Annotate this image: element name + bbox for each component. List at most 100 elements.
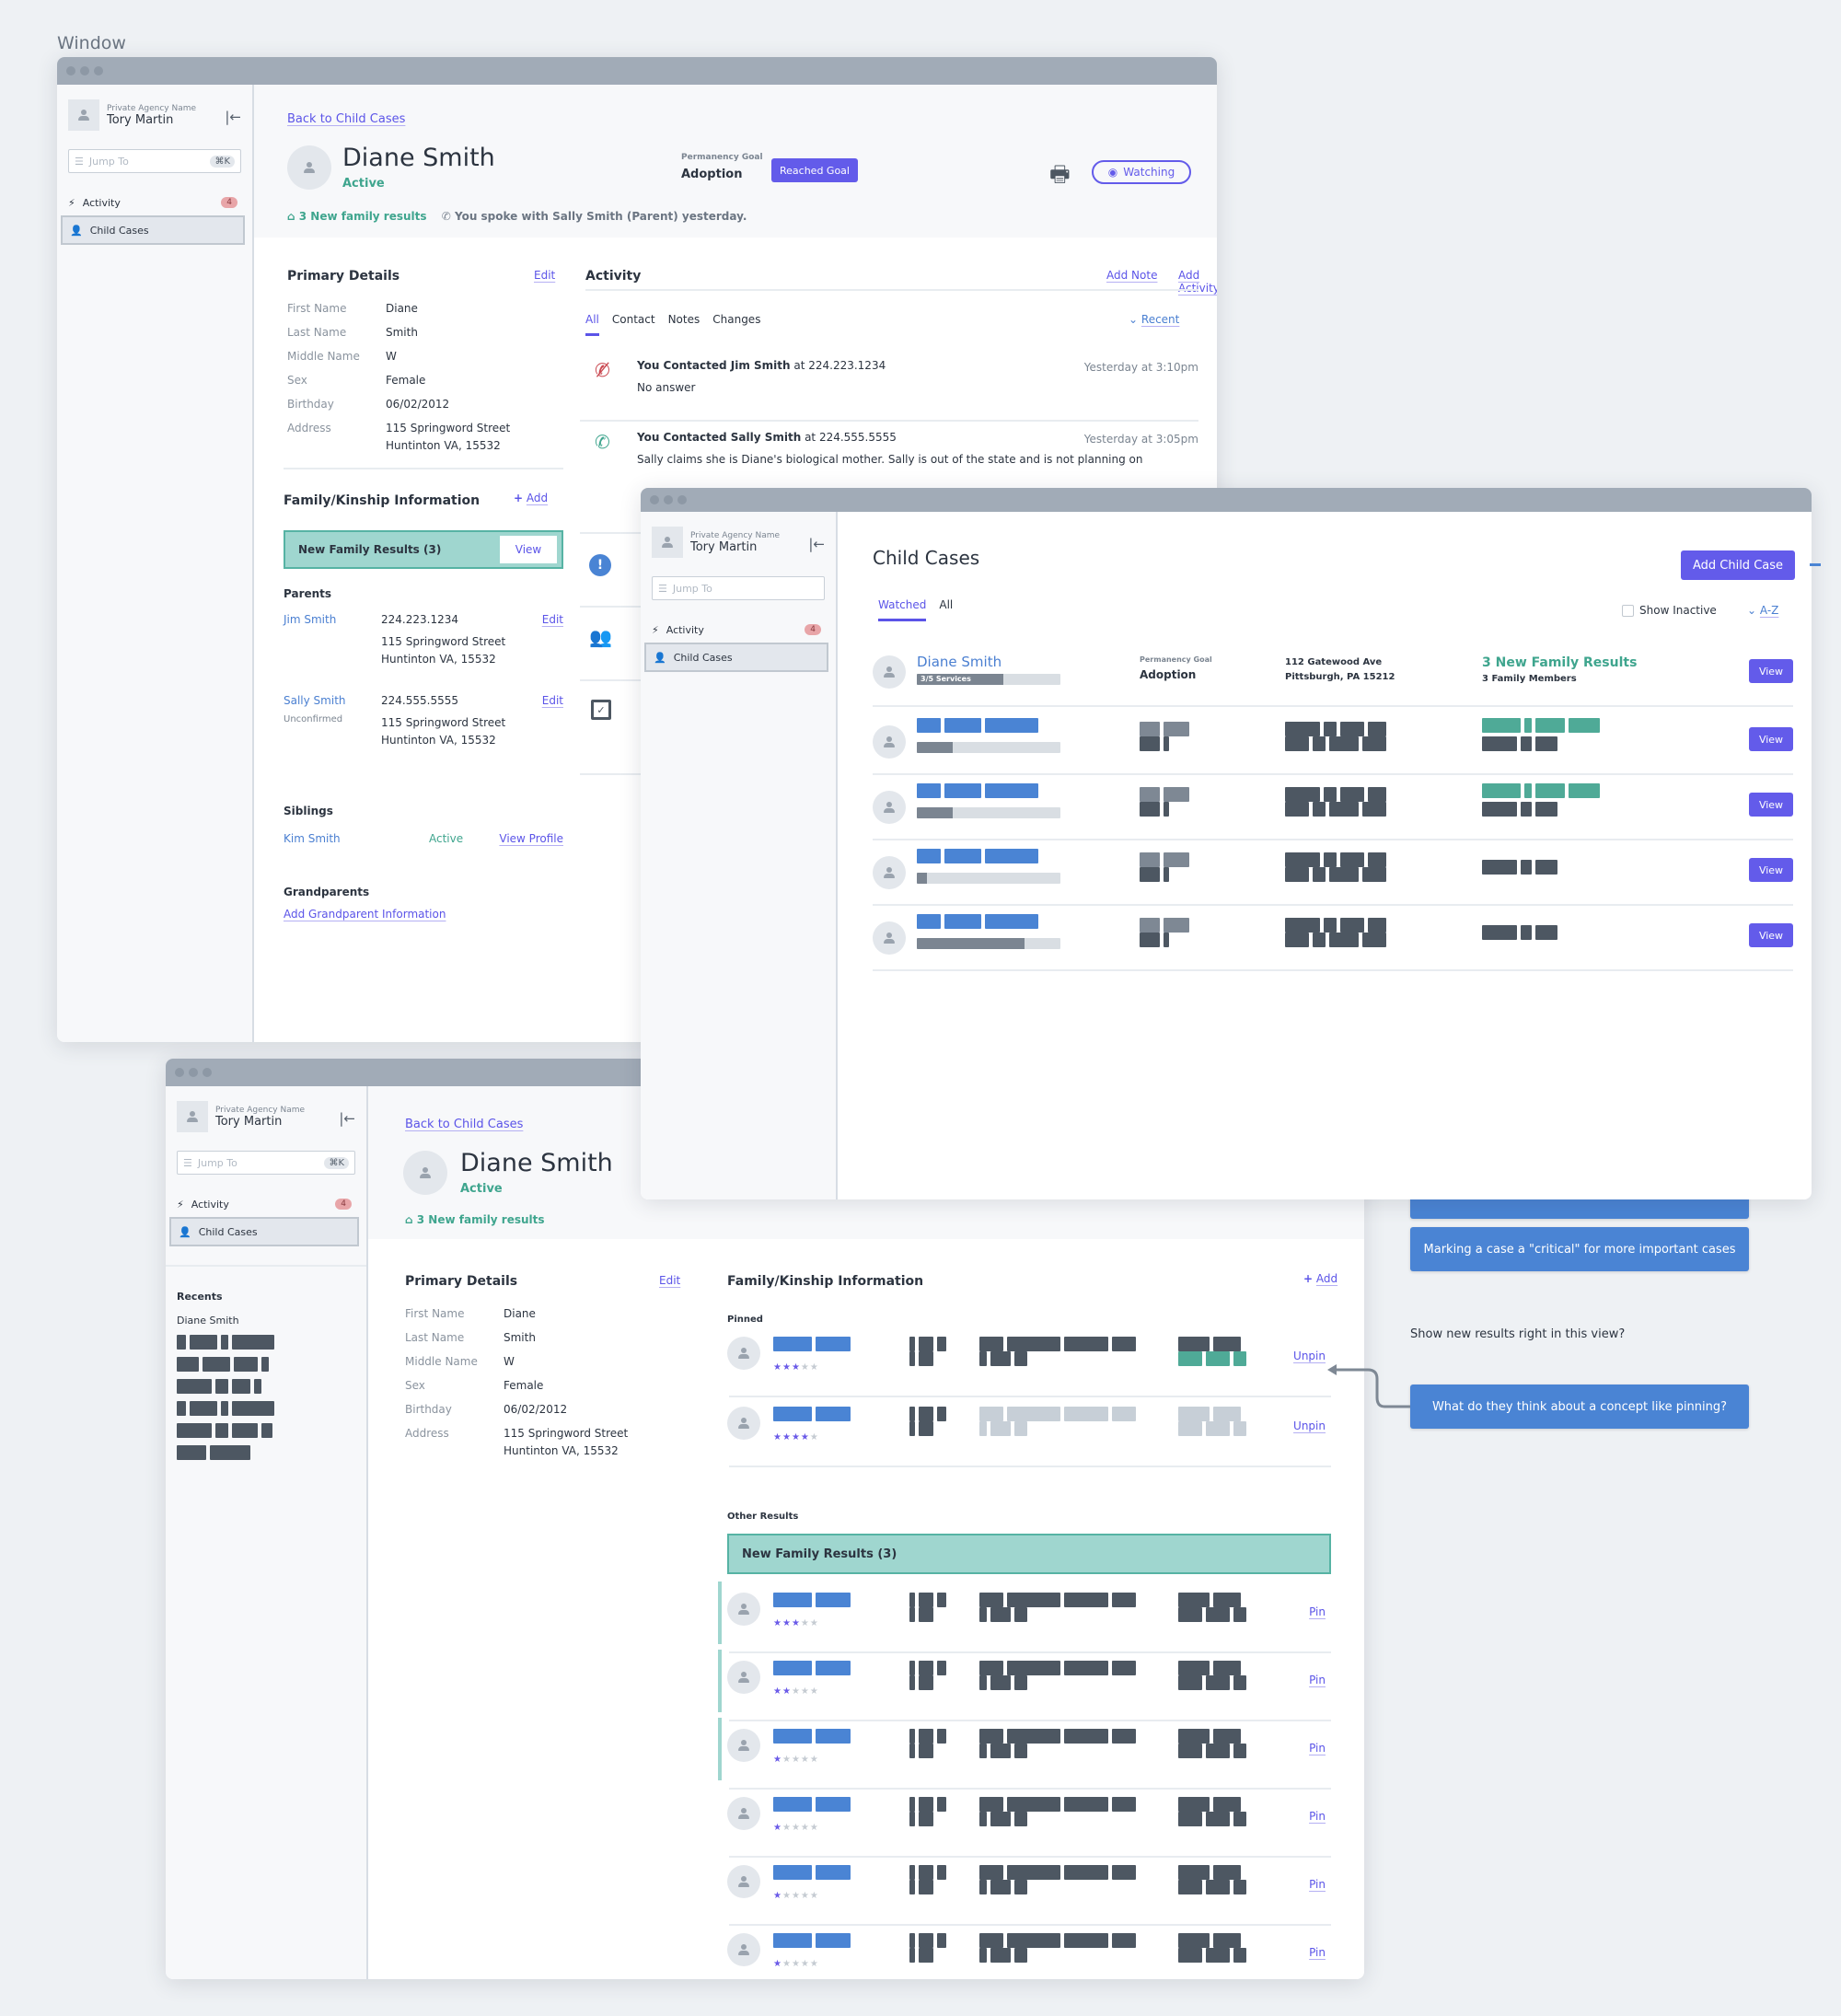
redacted-text-block	[909, 1933, 915, 1948]
family-result-row[interactable]: ★★★★★ Pin	[727, 1791, 1331, 1850]
print-icon[interactable]: 🖶	[1049, 158, 1071, 196]
activity-item[interactable]: ✆̸ You Contacted Jim Smith at 224.223.12…	[585, 359, 1198, 420]
sibling-name-link[interactable]: Kim Smith	[284, 832, 341, 845]
add-note-link[interactable]: Add Note	[1106, 269, 1157, 282]
pin-link[interactable]: Pin	[1309, 1946, 1326, 1959]
view-case-button[interactable]: View	[1749, 793, 1793, 817]
family-result-row[interactable]: ★★★★★ Pin	[718, 1582, 1331, 1646]
tab-watched[interactable]: Watched	[878, 598, 927, 621]
view-profile-link[interactable]: View Profile	[499, 832, 563, 845]
show-inactive-checkbox[interactable]: Show Inactive	[1622, 604, 1717, 617]
family-result-row[interactable]: ★★★★★ Pin	[718, 1718, 1331, 1782]
activity-item[interactable]: ✆ You Contacted Sally Smith at 224.555.5…	[585, 431, 1198, 492]
redacted-text-block	[909, 1407, 915, 1421]
tab-notes[interactable]: Notes	[668, 313, 701, 336]
unpin-link[interactable]: Unpin	[1293, 1350, 1326, 1362]
edit-parent-link[interactable]: Edit	[542, 611, 563, 629]
redacted-text-block	[1064, 1865, 1108, 1880]
pin-link[interactable]: Pin	[1309, 1605, 1326, 1618]
collapse-sidebar-icon[interactable]: |←	[808, 536, 825, 552]
family-results-link[interactable]: 3 New family results	[299, 210, 427, 223]
window-titlebar[interactable]	[641, 488, 1812, 512]
add-grandparent-link[interactable]: Add Grandparent Information	[284, 908, 446, 921]
sidebar-item-child-cases[interactable]: 👤 Child Cases	[169, 1217, 359, 1246]
redacted-text-block	[937, 1865, 946, 1880]
pin-link[interactable]: Pin	[1309, 1878, 1326, 1891]
add-child-case-button[interactable]: Add Child Case	[1681, 550, 1795, 580]
jump-to-input[interactable]: ☰ Jump To ⌘K	[68, 149, 241, 173]
star-icon: ★	[800, 1823, 810, 1833]
star-icon: ★	[773, 1686, 782, 1697]
redacted-text-block	[1313, 933, 1326, 947]
back-link[interactable]: Back to Child Cases	[405, 1118, 523, 1131]
reached-goal-button[interactable]: Reached Goal	[771, 158, 858, 182]
view-case-button[interactable]: View	[1749, 923, 1793, 947]
parent-phone: 224.555.5555	[381, 694, 458, 707]
edit-primary-details[interactable]: Edit	[659, 1274, 680, 1287]
child-status: Active	[342, 177, 385, 191]
case-row[interactable]: View	[873, 713, 1793, 771]
edit-primary-details[interactable]: Edit	[534, 269, 555, 282]
family-result-row[interactable]: ★★★★★ Pin	[727, 1860, 1331, 1918]
case-name-link[interactable]: Diane Smith	[917, 654, 1002, 670]
jump-placeholder: Jump To	[88, 155, 129, 168]
family-result-row[interactable]: ★★★★★ Pin	[718, 1650, 1331, 1714]
family-results-link[interactable]: 3 New Family Results	[1482, 655, 1637, 670]
redacted-text-block	[234, 1357, 258, 1372]
add-family-link[interactable]: Add	[1316, 1272, 1337, 1285]
tab-all[interactable]: All	[939, 598, 953, 621]
tab-contact[interactable]: Contact	[612, 313, 655, 336]
family-results-link[interactable]: 3 New family results	[417, 1213, 545, 1226]
view-case-button[interactable]: View	[1749, 858, 1793, 882]
collapse-sidebar-icon[interactable]: |←	[225, 109, 241, 125]
family-result-row[interactable]: ★★★★★ Unpin	[727, 1401, 1331, 1460]
user-avatar	[652, 527, 683, 558]
view-results-button[interactable]: View	[499, 535, 558, 564]
case-row[interactable]: View	[873, 843, 1793, 902]
watching-toggle[interactable]: ◉ Watching	[1092, 160, 1191, 184]
sidebar-item-child-cases[interactable]: 👤 Child Cases	[61, 215, 245, 245]
redacted-text-block	[215, 1379, 228, 1394]
case-row[interactable]: Diane Smith 3/5 Services Permanency Goal…	[873, 650, 1793, 696]
parent-name-link[interactable]: Jim Smith	[284, 611, 336, 629]
jump-to-input[interactable]: ☰ Jump To	[652, 576, 825, 600]
parent-name-link[interactable]: Sally Smith	[284, 692, 346, 710]
sidebar-item-activity[interactable]: ⚡ Activity 4	[61, 188, 245, 217]
unpin-link[interactable]: Unpin	[1293, 1419, 1326, 1432]
row-divider	[873, 705, 1793, 707]
sort-dropdown[interactable]: ⌄ Recent	[1129, 313, 1179, 326]
sort-label[interactable]: Recent	[1141, 313, 1179, 326]
family-result-row[interactable]: ★★★★★ Unpin	[727, 1331, 1331, 1390]
case-row[interactable]: View	[873, 909, 1793, 967]
redacted-text-block	[1164, 787, 1189, 802]
add-family-button[interactable]: + Add	[1303, 1272, 1337, 1285]
field-label: Address	[405, 1427, 449, 1440]
family-result-row[interactable]: ★★★★★ Pin	[727, 1928, 1331, 1979]
redacted-text-block	[232, 1379, 250, 1394]
view-case-button[interactable]: View	[1749, 659, 1793, 683]
edit-parent-link[interactable]: Edit	[542, 692, 563, 710]
sidebar-item-activity[interactable]: ⚡ Activity 4	[644, 615, 828, 644]
case-avatar	[873, 655, 906, 689]
sort-label[interactable]: A-Z	[1760, 604, 1779, 617]
add-family-button[interactable]: + Add	[514, 492, 548, 504]
window-titlebar[interactable]	[57, 57, 1217, 85]
jump-to-input[interactable]: ☰ Jump To ⌘K	[177, 1151, 355, 1175]
pin-link[interactable]: Pin	[1309, 1810, 1326, 1823]
back-link[interactable]: Back to Child Cases	[287, 112, 405, 126]
pin-link[interactable]: Pin	[1309, 1674, 1326, 1686]
add-family-link[interactable]: Add	[527, 492, 548, 504]
recent-item[interactable]: Diane Smith	[177, 1315, 239, 1327]
checkbox-box[interactable]	[1622, 604, 1634, 617]
tab-changes[interactable]: Changes	[712, 313, 760, 336]
redacted-text-block	[816, 1593, 851, 1607]
case-row[interactable]: View	[873, 778, 1793, 837]
pin-link[interactable]: Pin	[1309, 1742, 1326, 1755]
sort-dropdown[interactable]: ⌄ A-Z	[1747, 604, 1778, 617]
collapse-sidebar-icon[interactable]: |←	[339, 1110, 355, 1127]
sidebar-item-activity[interactable]: ⚡ Activity 4	[169, 1189, 359, 1219]
sidebar-item-child-cases[interactable]: 👤 Child Cases	[644, 643, 828, 672]
view-case-button[interactable]: View	[1749, 727, 1793, 751]
tab-all[interactable]: All	[585, 313, 599, 336]
agency-name: Private Agency Name	[107, 103, 197, 113]
